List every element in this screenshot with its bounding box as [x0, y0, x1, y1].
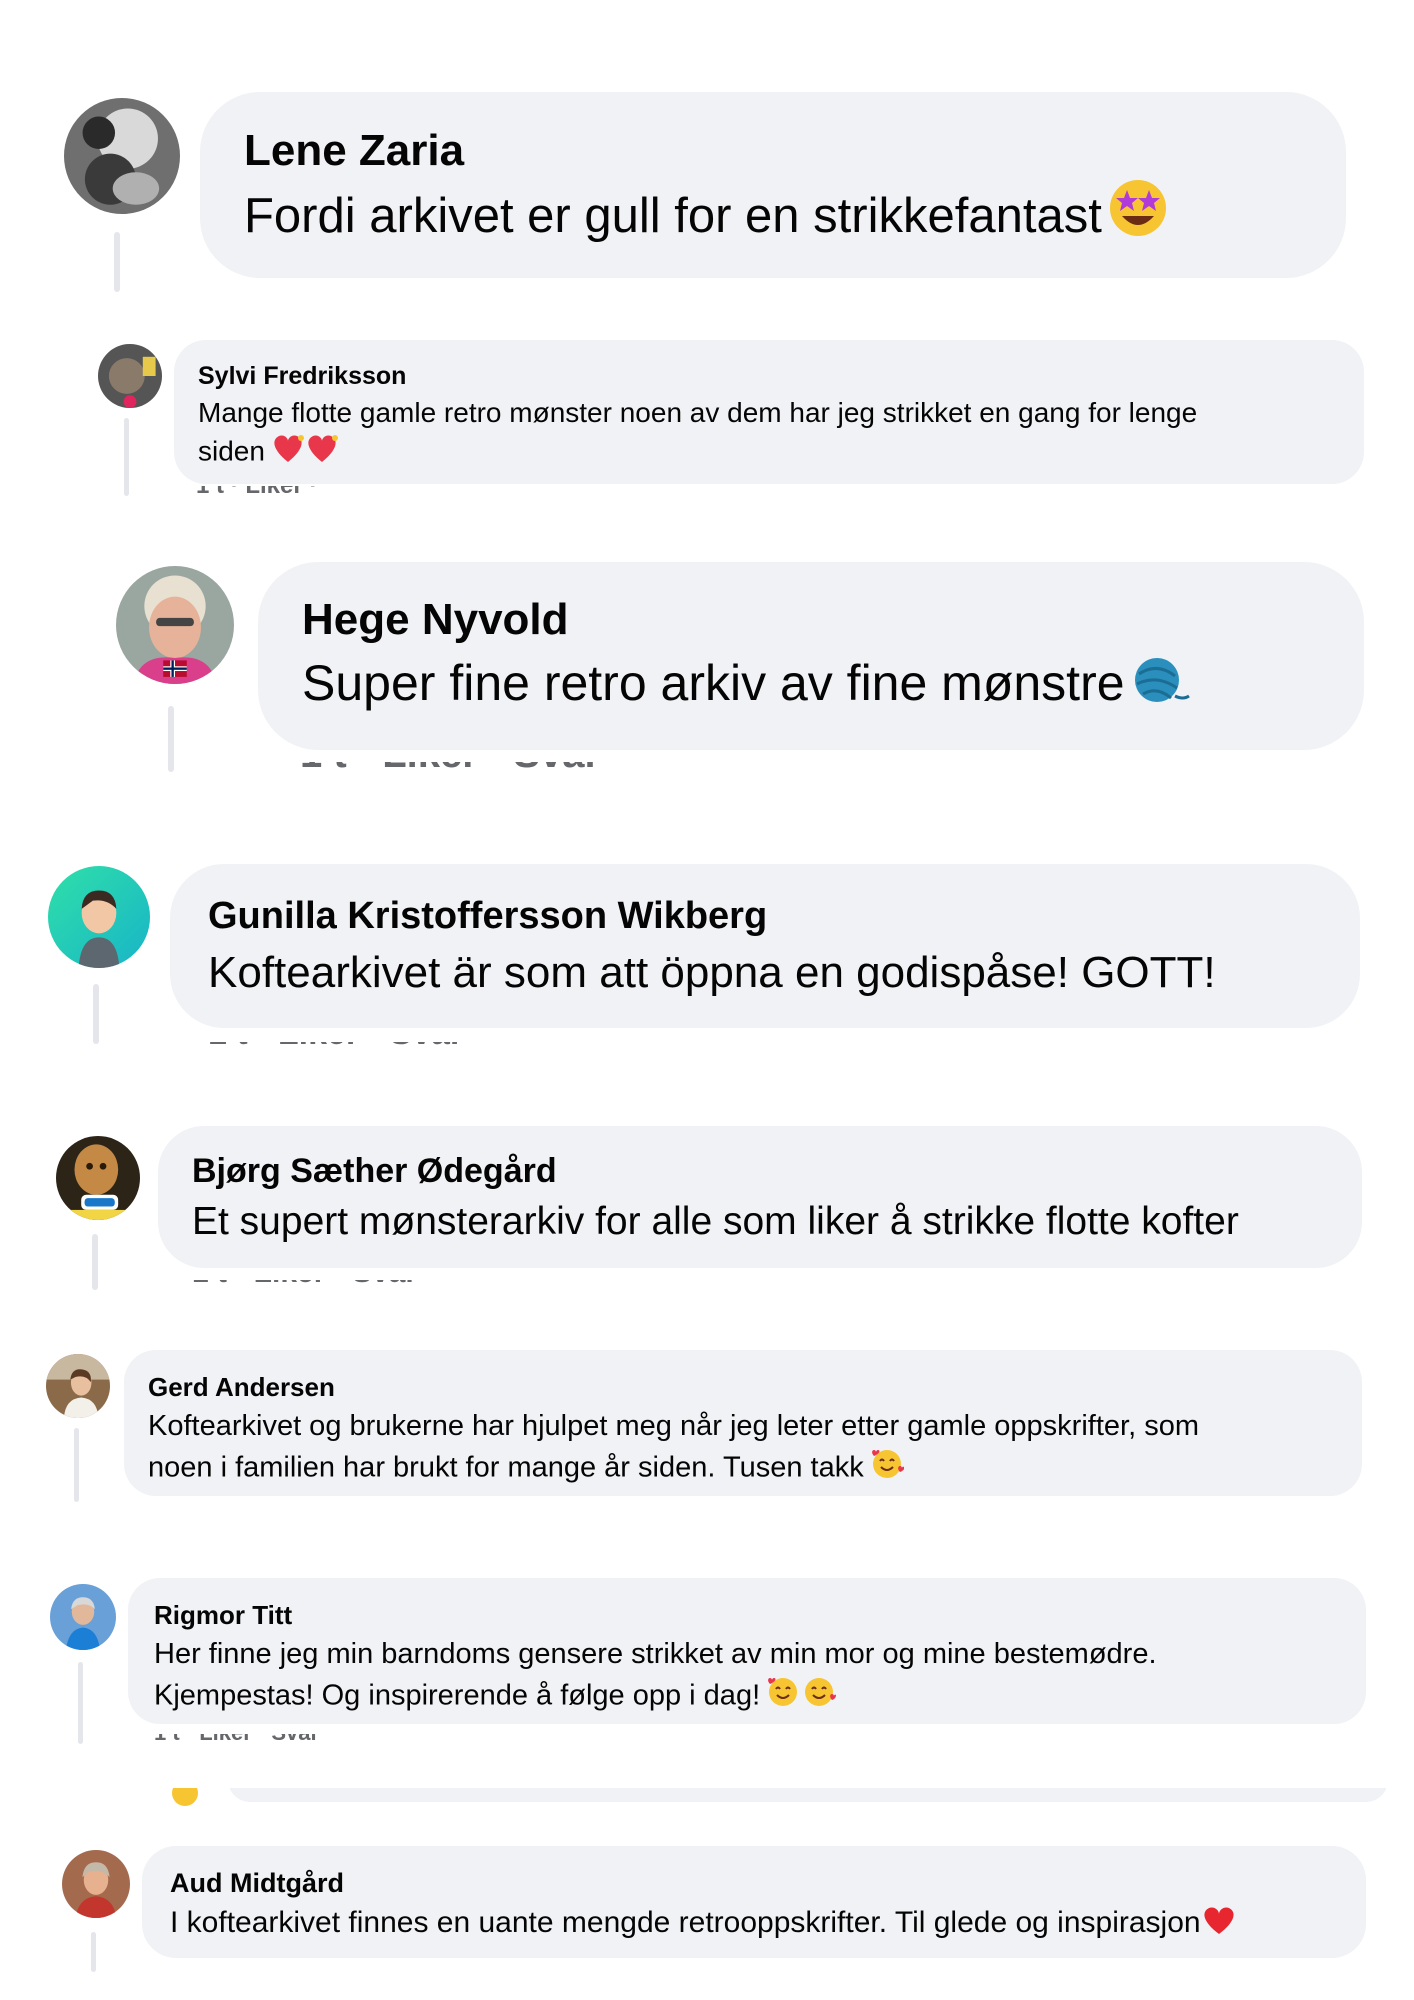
comment-text: Mange flotte gamle retro mønster noen av…: [198, 397, 1198, 467]
smiling-face-with-hearts-emoji: [766, 1674, 837, 1708]
comment-author[interactable]: Rigmor Titt: [154, 1596, 1340, 1634]
comment-bubble: Hege Nyvold Super fine retro arkiv av fi…: [258, 562, 1364, 750]
comment-author[interactable]: Aud Midtgård: [170, 1864, 1338, 1902]
comment-text: Et supert mønsterarkiv for alle som like…: [192, 1200, 1239, 1243]
yarn-emoji: [1131, 652, 1191, 706]
cropped-comment-fragment: [172, 1788, 1388, 1808]
comment-meta-cropped: 1 t · Liker · Svar: [192, 1280, 432, 1290]
comment-text: I koftearkivet finnes en uante mengde re…: [170, 1902, 1338, 1944]
red-heart-emoji: [1201, 1904, 1237, 1936]
comment-meta-cropped: 1 t · Liker · Svar: [300, 762, 660, 774]
avatar[interactable]: [48, 866, 150, 968]
star-struck-emoji: [1108, 178, 1168, 238]
comment-author[interactable]: Bjørg Sæther Ødegård: [192, 1148, 1328, 1194]
comment-bubble: Bjørg Sæther Ødegård Et supert mønsterar…: [158, 1126, 1362, 1268]
comment-meta-cropped: 1 t · Liker · Svar: [154, 1734, 334, 1742]
thread-line: [74, 1428, 79, 1502]
comment-author[interactable]: Gunilla Kristoffersson Wikberg: [208, 890, 1322, 942]
comment-meta-cropped: 1 t · Liker · Svar: [208, 1042, 488, 1052]
comment-text: Her finne jeg min barndoms gensere strik…: [154, 1638, 1157, 1712]
avatar[interactable]: [62, 1850, 130, 1918]
sparkling-heart-emoji: [271, 432, 341, 464]
thread-line: [92, 1234, 98, 1290]
thread-line: [168, 706, 174, 772]
avatar[interactable]: [56, 1136, 140, 1220]
thread-line: [91, 1932, 96, 1972]
thread-line: [114, 232, 120, 292]
smiling-face-with-hearts-emoji: [870, 1446, 904, 1480]
avatar[interactable]: [46, 1354, 110, 1418]
avatar[interactable]: [50, 1584, 116, 1650]
comment-bubble: Gunilla Kristoffersson Wikberg Koftearki…: [170, 864, 1360, 1028]
comment-author[interactable]: Gerd Andersen: [148, 1368, 1338, 1406]
comment-text: Fordi arkivet er gull for en strikkefant…: [244, 178, 1302, 249]
avatar[interactable]: [64, 98, 180, 214]
comment-text: Koftearkivet är som att öppna en godispå…: [208, 948, 1216, 997]
comment-author[interactable]: Lene Zaria: [244, 124, 1302, 178]
thread-line: [93, 984, 99, 1044]
comment-bubble: Aud Midtgård I koftearkivet finnes en ua…: [142, 1846, 1366, 1958]
comment-bubble: Sylvi Fredriksson Mange flotte gamle ret…: [174, 340, 1364, 484]
comment-author[interactable]: Hege Nyvold: [302, 592, 1320, 648]
avatar[interactable]: [116, 566, 234, 684]
comment-text: Koftearkivet og brukerne har hjulpet meg…: [148, 1410, 1199, 1484]
avatar[interactable]: [98, 344, 162, 408]
comment-text: Super fine retro arkiv av fine mønstre: [302, 648, 1320, 718]
comment-meta-cropped: 1 t · Liker · Svar: [196, 486, 376, 496]
comment-author[interactable]: Sylvi Fredriksson: [198, 358, 1340, 394]
thread-line: [124, 418, 129, 496]
thread-line: [78, 1662, 83, 1744]
comment-bubble: Gerd Andersen Koftearkivet og brukerne h…: [124, 1350, 1362, 1496]
comment-bubble: Rigmor Titt Her finne jeg min barndoms g…: [128, 1578, 1366, 1724]
comment-bubble: Lene Zaria Fordi arkivet er gull for en …: [200, 92, 1346, 278]
